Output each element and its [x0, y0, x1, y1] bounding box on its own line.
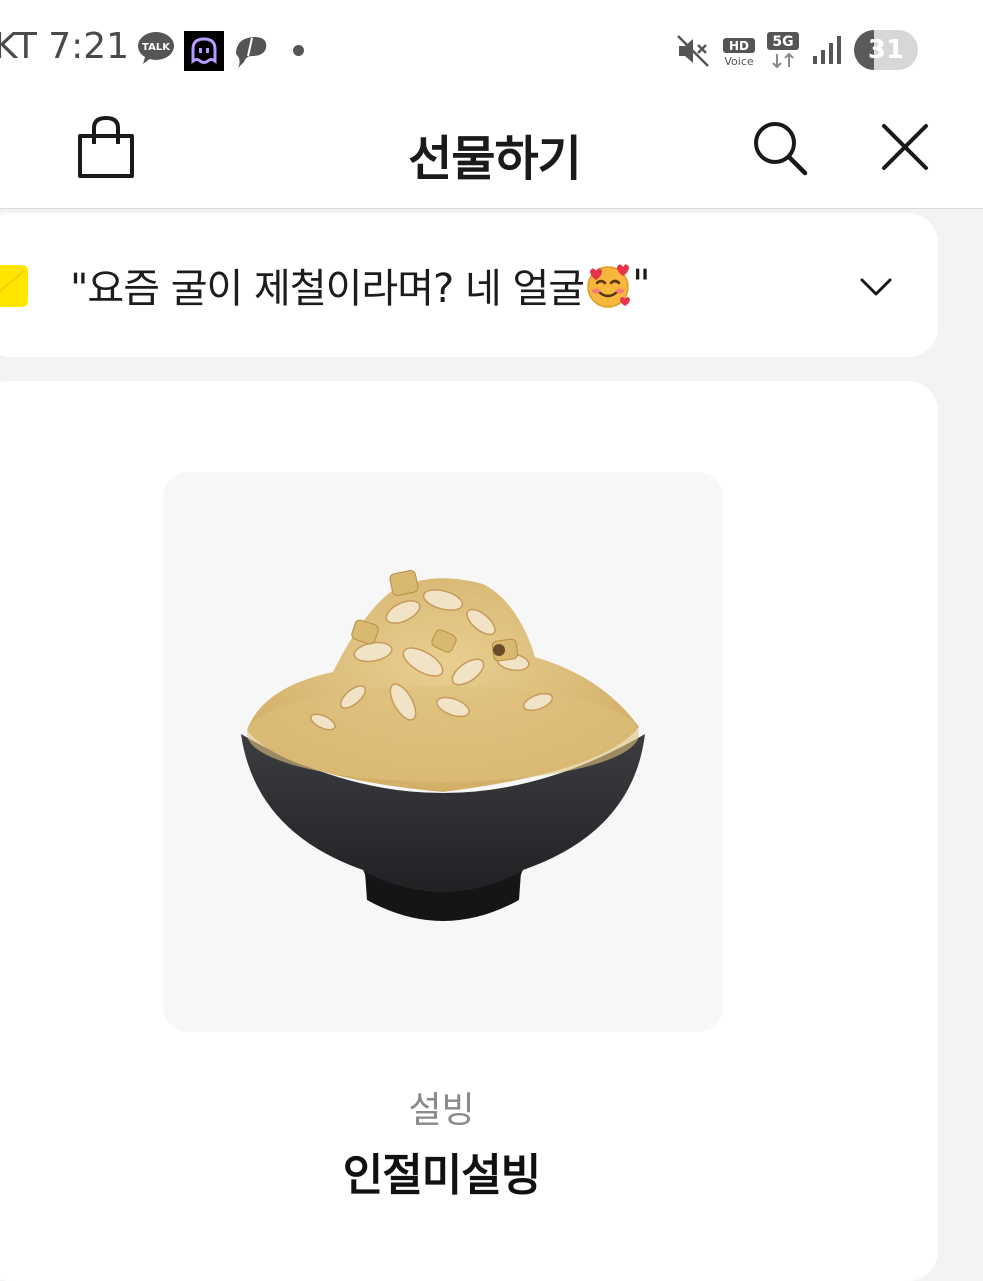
app-header: 선물하기	[0, 100, 983, 209]
product-name: 인절미설빙	[342, 1150, 541, 1201]
svg-text:HD: HD	[729, 39, 749, 53]
search-button[interactable]	[750, 118, 810, 178]
5g-icon: 5G	[767, 32, 799, 69]
notification-dot-icon	[293, 45, 304, 56]
svg-text:5G: 5G	[772, 34, 793, 50]
battery-level: 31	[867, 35, 905, 65]
leaf-icon	[236, 37, 267, 68]
bingsu-bowl-image	[241, 569, 645, 921]
page-title: 선물하기	[408, 131, 582, 187]
product-image[interactable]	[163, 472, 723, 1032]
ghost-app-icon	[184, 31, 224, 71]
gift-message-end: "	[632, 262, 650, 308]
battery-indicator: 31	[854, 30, 918, 70]
product-brand: 설빙	[408, 1090, 475, 1131]
smiling-face-with-hearts-icon	[587, 264, 631, 308]
gift-message-body: "요즘 굴이 제철이라며? 네 얼굴	[70, 266, 585, 312]
chevron-down-icon[interactable]	[858, 269, 894, 305]
envelope-icon	[0, 265, 28, 307]
svg-text:TALK: TALK	[142, 42, 171, 53]
status-bar: KT 7:21 TALK HD Voice 5G 31	[0, 0, 983, 100]
svg-text:Voice: Voice	[724, 55, 754, 68]
gift-message-card[interactable]: "요즘 굴이 제철이라며? 네 얼굴 "	[0, 213, 938, 357]
mute-icon	[677, 35, 709, 67]
kakaotalk-icon: TALK	[138, 32, 174, 64]
hd-voice-icon: HD Voice	[723, 38, 755, 68]
carrier-time: KT 7:21	[0, 26, 130, 67]
close-button[interactable]	[876, 118, 934, 176]
signal-strength-icon	[813, 36, 841, 64]
product-card: 설빙 인절미설빙	[0, 381, 938, 1281]
gift-message-text: "요즘 굴이 제철이라며? 네 얼굴 "	[70, 257, 651, 313]
